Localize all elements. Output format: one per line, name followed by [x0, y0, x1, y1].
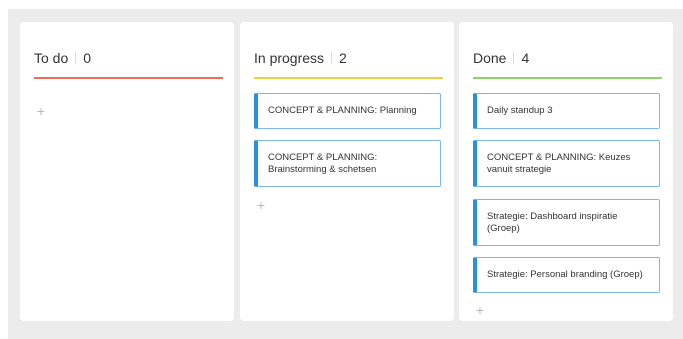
task-card-title: CONCEPT & PLANNING: Planning — [268, 105, 417, 116]
task-card[interactable]: CONCEPT & PLANNING: Planning — [254, 93, 441, 129]
column-count: 2 — [339, 50, 347, 66]
task-card-title: Daily standup 3 — [487, 105, 553, 116]
task-card[interactable]: Daily standup 3 — [473, 93, 660, 129]
column-in-progress: In progress 2 CONCEPT & PLANNING: Planni… — [240, 22, 454, 321]
add-card-button[interactable]: + — [34, 104, 48, 118]
task-card[interactable]: CONCEPT & PLANNING: Keuzes vanuit strate… — [473, 140, 660, 187]
column-accent-line — [34, 77, 223, 79]
add-card-button[interactable]: + — [254, 198, 268, 212]
task-card[interactable]: Strategie: Personal branding (Groep) — [473, 257, 660, 293]
task-card-title: CONCEPT & PLANNING: Brainstorming & sche… — [268, 151, 378, 175]
column-done: Done 4 Daily standup 3 CONCEPT & PLANNIN… — [459, 22, 673, 321]
task-card-title: Strategie: Dashboard inspiratie (Groep) — [487, 210, 618, 234]
task-card[interactable]: CONCEPT & PLANNING: Brainstorming & sche… — [254, 140, 441, 187]
header-divider — [331, 52, 333, 64]
header-divider — [513, 52, 515, 64]
column-accent-line — [254, 77, 443, 79]
task-card-title: CONCEPT & PLANNING: Keuzes vanuit strate… — [487, 151, 631, 175]
task-card-title: Strategie: Personal branding (Groep) — [487, 269, 643, 280]
task-card[interactable]: Strategie: Dashboard inspiratie (Groep) — [473, 199, 660, 246]
column-title: In progress — [254, 50, 325, 66]
column-header: Done 4 — [473, 48, 529, 68]
column-header: To do 0 — [34, 48, 91, 68]
column-title: Done — [473, 50, 507, 66]
column-header: In progress 2 — [254, 48, 347, 68]
column-count: 4 — [521, 50, 530, 66]
header-divider — [75, 52, 77, 64]
column-accent-line — [473, 77, 662, 79]
kanban-board: To do 0 + In progress 2 CONCEPT & PLANNI… — [8, 9, 683, 339]
add-card-button[interactable]: + — [473, 303, 487, 317]
column-count: 0 — [83, 50, 92, 66]
column-todo: To do 0 + — [20, 22, 234, 321]
column-title: To do — [34, 50, 69, 66]
